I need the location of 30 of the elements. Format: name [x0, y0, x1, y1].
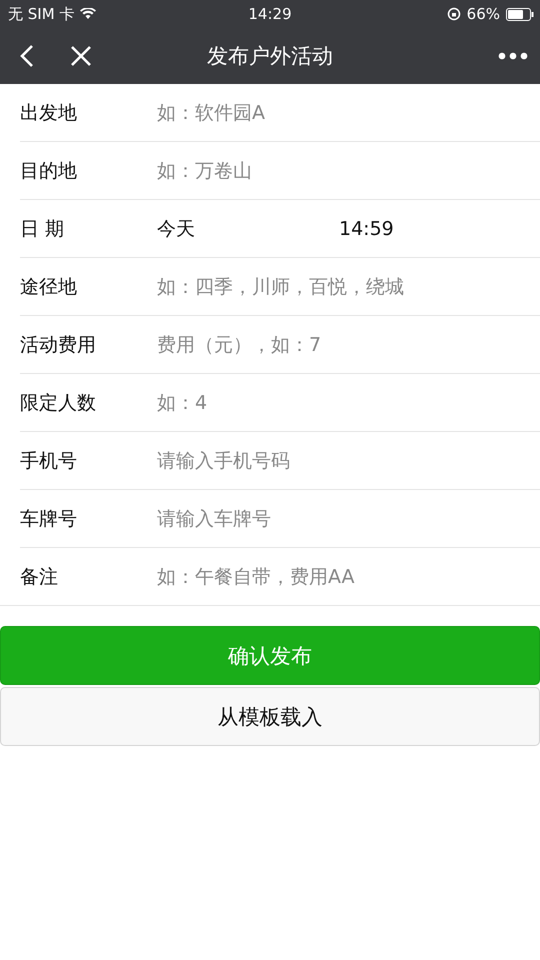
field-label: 限定人数 — [20, 390, 97, 416]
more-icon[interactable] — [498, 52, 528, 60]
back-icon[interactable] — [20, 44, 34, 68]
input-field[interactable]: 请输入车牌号 — [157, 504, 540, 534]
rotation-lock-icon — [446, 7, 461, 21]
date-picker[interactable]: 今天 — [157, 216, 339, 242]
page-title: 发布户外活动 — [206, 43, 334, 70]
input-field[interactable]: 费用（元），如：7 — [157, 330, 540, 360]
field-label: 备注 — [20, 564, 59, 590]
input-field[interactable]: 如：午餐自带，费用AA — [157, 562, 540, 592]
template-button[interactable]: 从模板载入 — [0, 687, 540, 746]
field-label: 车牌号 — [20, 506, 78, 532]
battery-icon — [506, 8, 534, 20]
wifi-icon — [80, 8, 96, 20]
field-label: 手机号 — [20, 448, 78, 474]
carrier-text: 无 SIM 卡 — [8, 4, 74, 24]
field-label: 目的地 — [20, 158, 78, 184]
input-field[interactable]: 请输入手机号码 — [157, 446, 540, 476]
input-field[interactable]: 如：万卷山 — [157, 156, 540, 186]
clock-text: 14:29 — [248, 5, 292, 23]
time-picker[interactable]: 14:59 — [339, 218, 394, 240]
battery-text: 66% — [466, 5, 500, 23]
input-field[interactable]: 如：软件园A — [157, 98, 540, 128]
field-label: 途径地 — [20, 274, 78, 300]
field-label: 出发地 — [20, 100, 78, 126]
input-field[interactable]: 如：4 — [157, 388, 540, 418]
field-label: 活动费用 — [20, 332, 97, 358]
close-icon[interactable] — [70, 45, 92, 67]
input-field[interactable]: 如：四季，川师，百悦，绕城 — [157, 272, 540, 302]
field-label: 日 期 — [20, 216, 66, 242]
